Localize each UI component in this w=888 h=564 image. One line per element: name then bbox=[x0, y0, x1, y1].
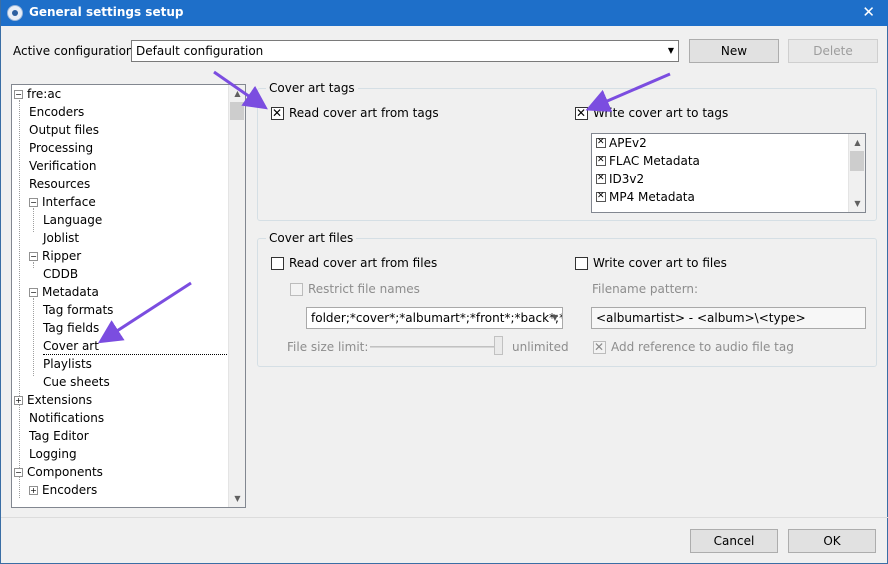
tree-line bbox=[19, 100, 20, 498]
tree-item-processing[interactable]: Processing bbox=[29, 140, 93, 157]
tree-item-logging[interactable]: Logging bbox=[29, 446, 77, 463]
tree-item-cover-art[interactable]: Cover art bbox=[43, 338, 227, 355]
configuration-select[interactable]: Default configuration ▼ bbox=[131, 40, 679, 62]
file-size-slider-thumb[interactable] bbox=[494, 336, 503, 355]
expand-icon[interactable]: + bbox=[29, 486, 38, 495]
tree-item-cddb[interactable]: CDDB bbox=[43, 266, 78, 283]
list-item[interactable]: APEv2 bbox=[596, 135, 647, 151]
settings-window: General settings setup ✕ Active configur… bbox=[0, 0, 888, 564]
restrict-names-value: folder;*cover*;*albumart*;*front*;*back*… bbox=[311, 311, 563, 325]
collapse-icon[interactable]: − bbox=[29, 198, 38, 207]
filename-pattern-value: <albumartist> - <album>\<type> bbox=[596, 311, 806, 325]
close-icon[interactable]: ✕ bbox=[862, 3, 875, 21]
delete-button[interactable]: Delete bbox=[788, 39, 878, 63]
file-size-label: File size limit: bbox=[287, 340, 369, 354]
cover-art-files-title: Cover art files bbox=[266, 231, 357, 245]
read-tags-checkbox[interactable]: Read cover art from tags bbox=[271, 105, 439, 121]
dropdown-arrow-icon[interactable]: ▼ bbox=[668, 46, 674, 55]
checkbox-checked-icon[interactable] bbox=[271, 106, 284, 120]
collapse-icon[interactable]: − bbox=[29, 288, 38, 297]
tree-item-tag-fields[interactable]: Tag fields bbox=[43, 320, 99, 337]
tag-formats-list[interactable]: APEv2 FLAC Metadata ID3v2 MP4 Metadata ▲… bbox=[591, 133, 866, 213]
file-size-slider-track[interactable] bbox=[370, 346, 502, 348]
tree-item-interface[interactable]: − Interface bbox=[29, 194, 96, 211]
filename-pattern-label: Filename pattern: bbox=[592, 282, 699, 296]
cancel-button[interactable]: Cancel bbox=[690, 529, 778, 553]
list-scrollbar[interactable]: ▲ ▼ bbox=[848, 134, 865, 212]
scroll-down-icon[interactable]: ▼ bbox=[229, 490, 245, 507]
tree-item-cue-sheets[interactable]: Cue sheets bbox=[43, 374, 110, 391]
tree-scrollbar[interactable]: ▲ ▼ bbox=[228, 85, 245, 507]
configuration-value: Default configuration bbox=[136, 44, 264, 58]
tree-item-component-encoders[interactable]: + Encoders bbox=[29, 482, 97, 499]
tree-item-playlists[interactable]: Playlists bbox=[43, 356, 92, 373]
restrict-names-label: Restrict file names bbox=[308, 282, 420, 296]
tree-item-extensions[interactable]: + Extensions bbox=[14, 392, 92, 409]
tree-line bbox=[33, 298, 34, 376]
title-bar[interactable]: General settings setup ✕ bbox=[1, 0, 888, 26]
collapse-icon[interactable]: − bbox=[14, 468, 23, 477]
new-button[interactable]: New bbox=[689, 39, 779, 63]
write-files-checkbox[interactable]: Write cover art to files bbox=[575, 255, 727, 271]
tree-item-language[interactable]: Language bbox=[43, 212, 102, 229]
collapse-icon[interactable]: − bbox=[14, 90, 23, 99]
checkbox-unchecked-icon[interactable] bbox=[575, 256, 588, 270]
expand-icon[interactable]: + bbox=[14, 396, 23, 405]
add-reference-label: Add reference to audio file tag bbox=[611, 340, 794, 354]
restrict-names-checkbox[interactable]: Restrict file names bbox=[290, 281, 420, 297]
tree-item-encoders[interactable]: Encoders bbox=[29, 104, 84, 121]
restrict-names-combo[interactable]: folder;*cover*;*albumart*;*front*;*back*… bbox=[306, 307, 563, 329]
checkbox-checked-icon[interactable] bbox=[596, 137, 606, 148]
scroll-up-icon[interactable]: ▲ bbox=[849, 134, 865, 151]
active-configuration-label: Active configuration: bbox=[13, 44, 138, 58]
tree-item-resources[interactable]: Resources bbox=[29, 176, 90, 193]
read-files-checkbox[interactable]: Read cover art from files bbox=[271, 255, 437, 271]
window-title: General settings setup bbox=[29, 5, 184, 19]
tree-item-notifications[interactable]: Notifications bbox=[29, 410, 104, 427]
checkbox-unchecked-icon[interactable] bbox=[271, 256, 284, 270]
file-size-value: unlimited bbox=[512, 340, 569, 354]
tree-item-components[interactable]: − Components bbox=[14, 464, 103, 481]
add-reference-checkbox[interactable]: Add reference to audio file tag bbox=[593, 339, 794, 355]
read-tags-label: Read cover art from tags bbox=[289, 106, 439, 120]
tree-item-tag-editor[interactable]: Tag Editor bbox=[29, 428, 89, 445]
checkbox-checked-icon[interactable] bbox=[575, 106, 588, 120]
cover-art-tags-title: Cover art tags bbox=[266, 81, 358, 95]
scroll-up-icon[interactable]: ▲ bbox=[229, 85, 245, 102]
tree-item-metadata[interactable]: − Metadata bbox=[29, 284, 99, 301]
tree-item-verification[interactable]: Verification bbox=[29, 158, 96, 175]
footer-separator bbox=[1, 517, 888, 518]
app-icon bbox=[7, 5, 23, 21]
tree-item-freac[interactable]: − fre:ac bbox=[14, 86, 61, 103]
scroll-down-icon[interactable]: ▼ bbox=[849, 195, 865, 212]
tree-item-output-files[interactable]: Output files bbox=[29, 122, 99, 139]
list-item[interactable]: ID3v2 bbox=[596, 171, 644, 187]
tree-item-ripper[interactable]: − Ripper bbox=[29, 248, 81, 265]
ok-button[interactable]: OK bbox=[788, 529, 876, 553]
checkbox-checked-icon[interactable] bbox=[596, 155, 606, 166]
list-item[interactable]: FLAC Metadata bbox=[596, 153, 700, 169]
write-tags-checkbox[interactable]: Write cover art to tags bbox=[575, 105, 728, 121]
read-files-label: Read cover art from files bbox=[289, 256, 438, 270]
scroll-thumb[interactable] bbox=[850, 151, 864, 171]
write-tags-label: Write cover art to tags bbox=[593, 106, 729, 120]
list-item[interactable]: MP4 Metadata bbox=[596, 189, 695, 205]
write-files-label: Write cover art to files bbox=[593, 256, 727, 270]
checkbox-unchecked-icon[interactable] bbox=[290, 282, 303, 296]
filename-pattern-field[interactable]: <albumartist> - <album>\<type> bbox=[591, 307, 866, 329]
checkbox-checked-icon[interactable] bbox=[596, 191, 606, 202]
tree-item-joblist[interactable]: Joblist bbox=[43, 230, 79, 247]
collapse-icon[interactable]: − bbox=[29, 252, 38, 261]
tree-item-tag-formats[interactable]: Tag formats bbox=[43, 302, 113, 319]
scroll-thumb[interactable] bbox=[230, 102, 244, 120]
settings-tree[interactable]: − fre:ac Encoders Output files Processing… bbox=[11, 84, 246, 508]
checkbox-checked-icon[interactable] bbox=[596, 173, 606, 184]
checkbox-checked-icon[interactable] bbox=[593, 340, 606, 354]
dropdown-arrow-icon[interactable]: ▼ bbox=[552, 313, 558, 322]
tree-line bbox=[33, 208, 34, 232]
